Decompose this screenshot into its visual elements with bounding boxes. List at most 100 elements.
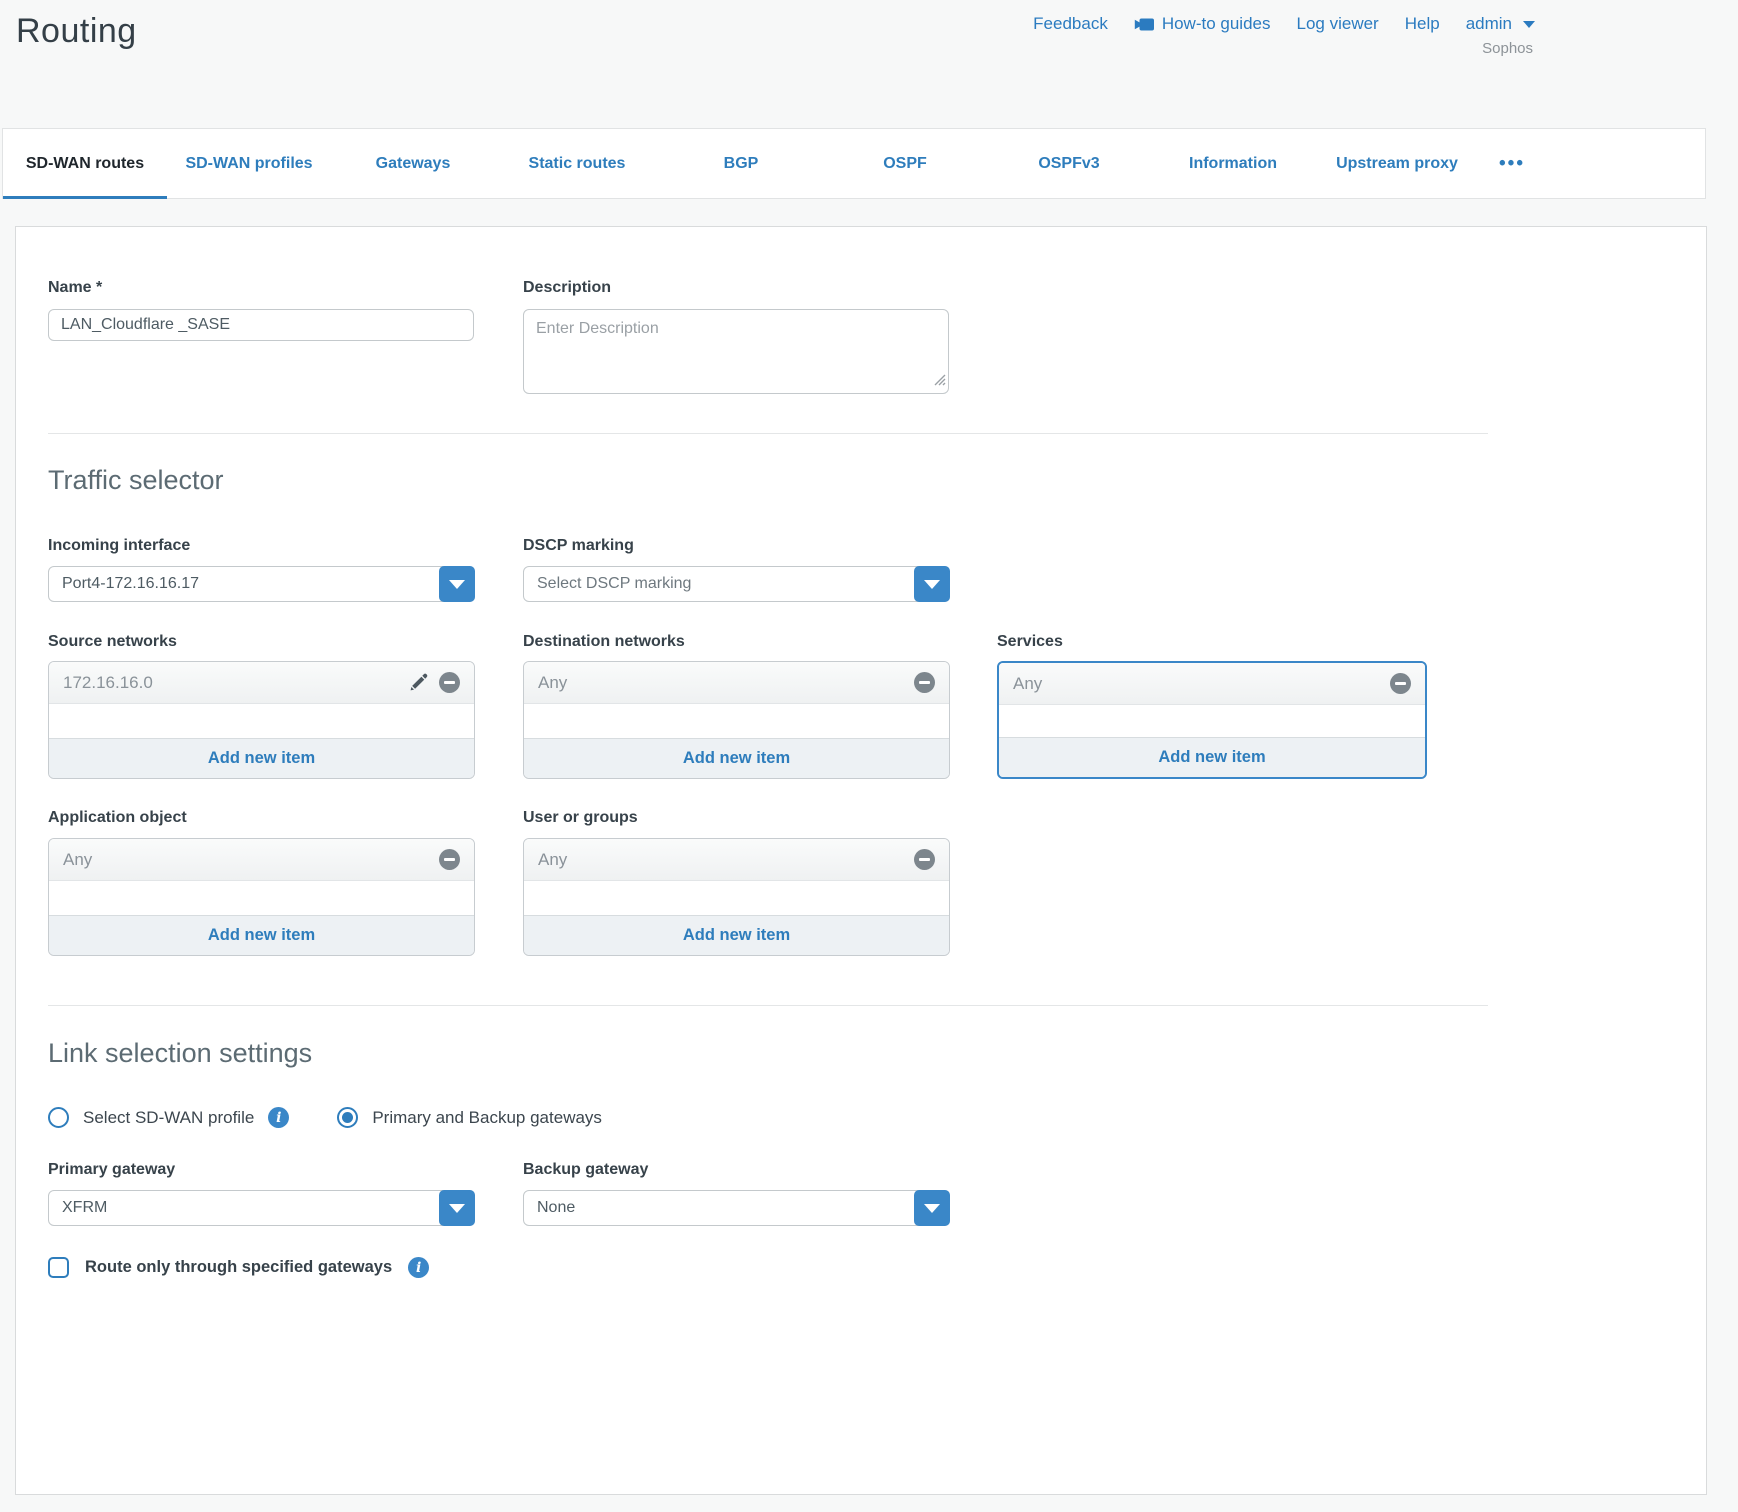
incoming-interface-dropdown-button[interactable] <box>439 566 475 602</box>
dropdown-arrow-icon <box>924 580 940 589</box>
log-viewer-link[interactable]: Log viewer <box>1297 14 1379 34</box>
source-networks-label: Source networks <box>48 633 177 651</box>
list-spacer <box>49 704 474 738</box>
admin-label: admin <box>1466 14 1512 34</box>
more-tabs-button[interactable]: ••• <box>1479 129 1545 198</box>
divider <box>48 433 1488 434</box>
tab-information[interactable]: Information <box>1151 129 1315 198</box>
source-networks-add-button[interactable]: Add new item <box>49 738 474 778</box>
feedback-link[interactable]: Feedback <box>1033 14 1108 34</box>
destination-networks-label: Destination networks <box>523 633 685 651</box>
backup-gateway-label: Backup gateway <box>523 1161 648 1179</box>
application-object-add-button[interactable]: Add new item <box>49 915 474 955</box>
remove-item-icon[interactable] <box>1390 673 1411 694</box>
route-only-row: Route only through specified gateways i <box>48 1257 429 1278</box>
list-spacer <box>49 881 474 915</box>
brand-text: Sophos <box>1482 40 1533 57</box>
list-spacer <box>524 881 949 915</box>
application-object-box: Any Add new item <box>48 838 475 956</box>
route-only-checkbox[interactable] <box>48 1257 69 1278</box>
backup-gateway-value: None <box>523 1190 950 1226</box>
log-viewer-label: Log viewer <box>1297 14 1379 34</box>
services-box: Any Add new item <box>997 661 1427 779</box>
list-item-value: Any <box>538 850 567 870</box>
remove-item-icon[interactable] <box>439 672 460 693</box>
list-item-value: Any <box>63 850 92 870</box>
tab-gateways[interactable]: Gateways <box>331 129 495 198</box>
list-item-value: Any <box>538 673 567 693</box>
info-icon[interactable]: i <box>408 1257 429 1278</box>
tab-ospf[interactable]: OSPF <box>823 129 987 198</box>
user-or-groups-label: User or groups <box>523 809 638 827</box>
radio-select-sdwan-profile[interactable]: Select SD-WAN profile i <box>48 1107 289 1128</box>
dropdown-arrow-icon <box>449 580 465 589</box>
form-card: Name * Description Traffic selector Inco… <box>15 226 1707 1495</box>
route-only-label: Route only through specified gateways <box>85 1258 392 1277</box>
application-object-label: Application object <box>48 809 187 827</box>
dscp-dropdown-button[interactable] <box>914 566 950 602</box>
name-label: Name * <box>48 279 102 297</box>
video-camera-icon <box>1134 17 1155 32</box>
remove-item-icon[interactable] <box>914 849 935 870</box>
primary-gateway-label: Primary gateway <box>48 1161 175 1179</box>
help-label: Help <box>1405 14 1440 34</box>
tab-static-routes[interactable]: Static routes <box>495 129 659 198</box>
radio-label: Primary and Backup gateways <box>372 1108 602 1128</box>
help-link[interactable]: Help <box>1405 14 1440 34</box>
link-selection-heading: Link selection settings <box>48 1038 312 1069</box>
destination-networks-add-button[interactable]: Add new item <box>524 738 949 778</box>
tab-ospfv3[interactable]: OSPFv3 <box>987 129 1151 198</box>
list-item-value: Any <box>1013 674 1042 694</box>
link-selection-radio-group: Select SD-WAN profile i Primary and Back… <box>48 1107 602 1128</box>
source-networks-box: 172.16.16.0 Add new item <box>48 661 475 779</box>
howto-guides-label: How-to guides <box>1162 14 1271 34</box>
howto-guides-link[interactable]: How-to guides <box>1134 14 1271 34</box>
tab-bar: SD-WAN routes SD-WAN profiles Gateways S… <box>2 128 1706 199</box>
incoming-interface-value: Port4-172.16.16.17 <box>48 566 475 602</box>
dscp-marking-label: DSCP marking <box>523 537 634 555</box>
list-item: Any <box>524 839 949 881</box>
list-spacer <box>999 705 1425 737</box>
services-add-button[interactable]: Add new item <box>999 737 1425 777</box>
info-icon[interactable]: i <box>268 1107 289 1128</box>
user-or-groups-box: Any Add new item <box>523 838 950 956</box>
list-item: 172.16.16.0 <box>49 662 474 704</box>
resize-handle-icon[interactable] <box>934 373 946 391</box>
top-nav: Feedback How-to guides Log viewer Help a… <box>1033 14 1535 34</box>
remove-item-icon[interactable] <box>439 849 460 870</box>
divider <box>48 1005 1488 1006</box>
incoming-interface-dropdown[interactable]: Port4-172.16.16.17 <box>48 566 475 602</box>
traffic-selector-heading: Traffic selector <box>48 465 224 496</box>
dropdown-arrow-icon <box>449 1204 465 1213</box>
list-item: Any <box>49 839 474 881</box>
list-item: Any <box>999 663 1425 705</box>
list-spacer <box>524 704 949 738</box>
name-input[interactable] <box>48 309 474 341</box>
tab-sdwan-profiles[interactable]: SD-WAN profiles <box>167 129 331 198</box>
dscp-marking-value: Select DSCP marking <box>523 566 950 602</box>
user-or-groups-add-button[interactable]: Add new item <box>524 915 949 955</box>
tab-upstream-proxy[interactable]: Upstream proxy <box>1315 129 1479 198</box>
description-textarea[interactable] <box>523 309 949 394</box>
tab-bgp[interactable]: BGP <box>659 129 823 198</box>
primary-gateway-dropdown-button[interactable] <box>439 1190 475 1226</box>
primary-gateway-dropdown[interactable]: XFRM <box>48 1190 475 1226</box>
list-item-value: 172.16.16.0 <box>63 673 153 693</box>
radio-unselected-icon[interactable] <box>48 1107 69 1128</box>
services-label: Services <box>997 633 1063 651</box>
backup-gateway-dropdown-button[interactable] <box>914 1190 950 1226</box>
description-label: Description <box>523 279 611 297</box>
tab-sdwan-routes[interactable]: SD-WAN routes <box>3 129 167 198</box>
radio-primary-backup-gateways[interactable]: Primary and Backup gateways <box>337 1107 602 1128</box>
radio-selected-icon[interactable] <box>337 1107 358 1128</box>
dscp-marking-dropdown[interactable]: Select DSCP marking <box>523 566 950 602</box>
description-field-wrap <box>523 309 949 394</box>
chevron-down-icon <box>1523 21 1535 28</box>
backup-gateway-dropdown[interactable]: None <box>523 1190 950 1226</box>
list-item: Any <box>524 662 949 704</box>
edit-pencil-icon[interactable] <box>408 672 429 693</box>
primary-gateway-value: XFRM <box>48 1190 475 1226</box>
destination-networks-box: Any Add new item <box>523 661 950 779</box>
admin-menu[interactable]: admin <box>1466 14 1535 34</box>
remove-item-icon[interactable] <box>914 672 935 693</box>
